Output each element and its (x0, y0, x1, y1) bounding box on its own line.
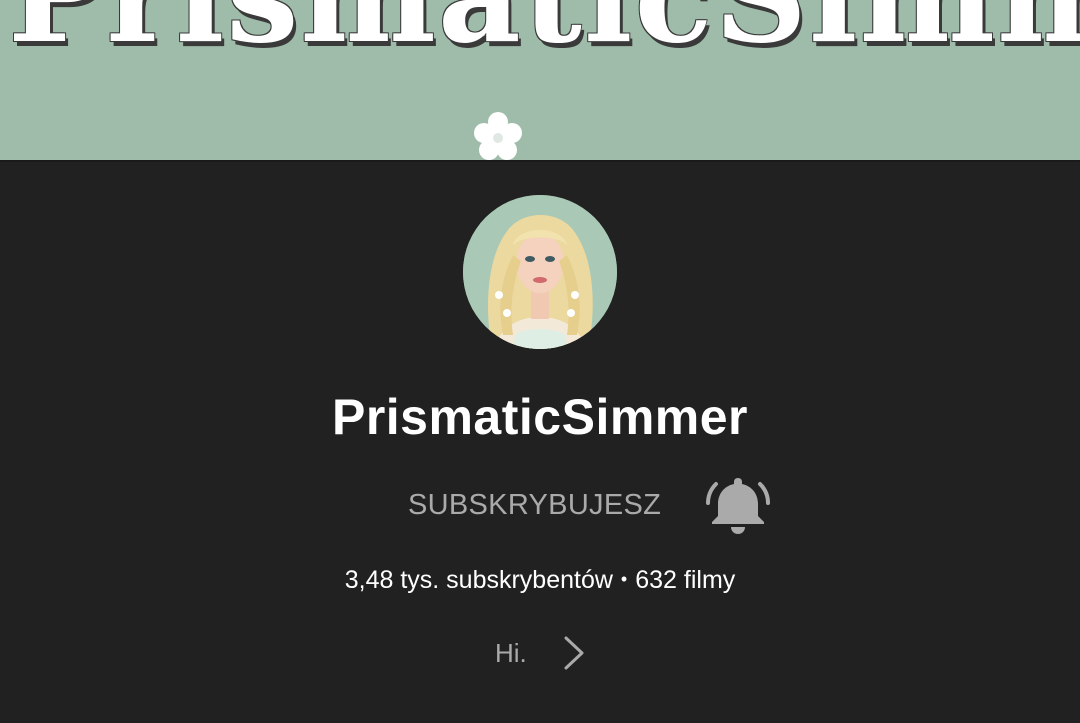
profile-avatar (463, 195, 617, 349)
channel-stats: 3,48 tys. subskrybentów • 632 filmy (0, 560, 1080, 601)
channel-description-link[interactable]: Hi. (480, 628, 610, 678)
banner-title-art: PrismaticSimmer (8, 0, 1080, 72)
channel-avatar[interactable] (463, 195, 617, 349)
chevron-right-icon (564, 636, 584, 670)
video-count: 632 filmy (635, 566, 736, 594)
flower-icon (474, 112, 522, 160)
subscriber-count: 3,48 tys. subskrybentów (344, 566, 613, 594)
stats-separator: • (620, 569, 628, 590)
subscribe-row: SUBSKRYBUJESZ (0, 470, 1080, 540)
notification-bell-icon[interactable] (704, 472, 772, 536)
subscribed-button[interactable]: SUBSKRYBUJESZ (400, 480, 669, 530)
channel-page: PrismaticSimmer SUBSKRYBUJESZ 3,48 tys. … (0, 0, 1080, 723)
channel-name: PrismaticSimmer (331, 389, 749, 445)
channel-description: Hi. (495, 638, 527, 668)
channel-banner: PrismaticSimmer (0, 0, 1080, 162)
